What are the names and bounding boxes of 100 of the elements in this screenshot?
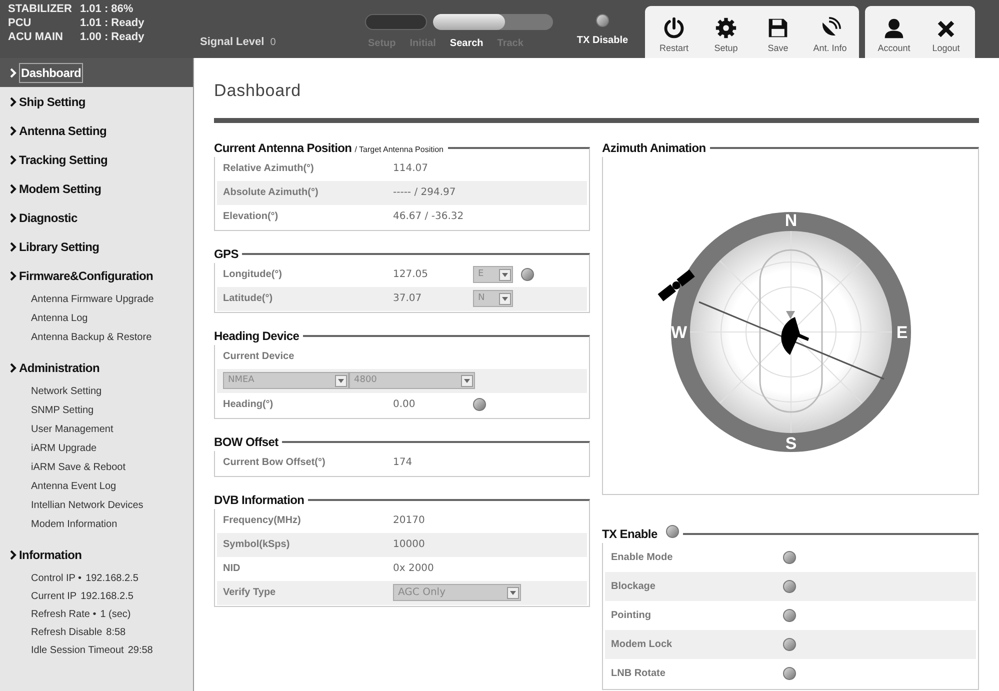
- panel-subtitle: / Target Antenna Position: [354, 144, 444, 156]
- field-value: 127.05: [393, 268, 429, 282]
- status-label: ACU MAIN: [8, 30, 64, 44]
- status-value: 1.01 : 86%: [80, 2, 134, 16]
- caret-icon: [335, 374, 347, 386]
- sidebar-link[interactable]: Antenna Firmware Upgrade: [31, 290, 193, 309]
- info-value: 8:58: [106, 626, 126, 640]
- sidebar-item-label: Administration: [19, 360, 100, 376]
- field-value: ----- / 294.97: [393, 186, 457, 200]
- info-label: Refresh Rate •: [31, 608, 96, 622]
- sidebar-item-label: Information: [19, 546, 82, 564]
- signal-label: Signal Level: [200, 34, 264, 50]
- status-label: STABILIZER: [8, 2, 73, 16]
- field-label: Heading(°): [223, 398, 274, 412]
- caret-icon: [499, 268, 511, 280]
- field-value: 10000: [393, 538, 426, 552]
- satellite-icon: [657, 269, 694, 301]
- info-value: 29:58: [128, 644, 153, 658]
- panel-title: BOW Offset: [214, 434, 278, 450]
- sidebar-item[interactable]: Modem Setting: [0, 174, 193, 203]
- panel-title: Heading Device: [214, 328, 300, 344]
- chevron-icon: [10, 270, 17, 280]
- antenna-dish-icon: [780, 316, 808, 354]
- chevron-icon: [10, 68, 17, 78]
- person-icon: [883, 16, 905, 38]
- sidebar-item-label: Firmware&Configuration: [19, 268, 154, 284]
- sidebar-link[interactable]: Intellian Network Devices: [31, 496, 193, 515]
- field-label: Absolute Azimuth(°): [223, 186, 320, 200]
- settings-icon: [715, 16, 737, 38]
- caret-icon: [499, 292, 511, 304]
- toolbar-button[interactable]: Logout: [921, 18, 971, 58]
- sidebar-item[interactable]: Firmware&Configuration: [0, 261, 193, 290]
- chevron-icon: [10, 154, 17, 164]
- sidebar-link[interactable]: iARM Upgrade: [31, 439, 193, 458]
- close-icon: [936, 18, 956, 38]
- sidebar-link[interactable]: iARM Save & Reboot: [31, 458, 193, 477]
- field-label: Verify Type: [223, 586, 277, 600]
- info-label: Refresh Disable: [31, 626, 102, 640]
- sidebar-link[interactable]: Antenna Log: [31, 309, 193, 328]
- field-value: 20170: [393, 514, 426, 528]
- chevron-icon: [10, 184, 17, 194]
- field-label: Current Device: [223, 350, 296, 364]
- sidebar-item-label: Dashboard: [19, 62, 83, 82]
- caret-icon: [507, 586, 519, 598]
- chevron-icon: [10, 550, 17, 560]
- sidebar-item[interactable]: Diagnostic: [0, 203, 193, 232]
- direction-marker-icon: [786, 310, 794, 318]
- field-label: LNB Rotate: [611, 666, 666, 680]
- power-icon: [663, 16, 685, 38]
- chevron-icon: [10, 362, 17, 372]
- field-label: Blockage: [611, 580, 656, 594]
- sidebar-item[interactable]: Library Setting: [0, 232, 193, 261]
- sidebar-item-label: Antenna Setting: [19, 122, 106, 140]
- compass-label: W: [670, 322, 687, 342]
- toolbar-button[interactable]: Ant. Info: [805, 16, 855, 58]
- chevron-icon: [10, 96, 17, 106]
- toolbar-button[interactable]: Account: [869, 16, 919, 58]
- info-label: Control IP •: [31, 572, 82, 586]
- chevron-icon: [10, 242, 17, 252]
- sidebar-item-label: Library Setting: [19, 238, 100, 256]
- field-value: 174: [393, 456, 414, 470]
- field-label: Pointing: [611, 608, 652, 622]
- sidebar-link[interactable]: Antenna Event Log: [31, 477, 193, 496]
- info-label: Current IP: [31, 590, 77, 604]
- info-value: 192.168.2.5: [80, 590, 134, 604]
- sidebar-link[interactable]: Antenna Backup & Restore: [31, 328, 193, 347]
- sidebar-item-label: Ship Setting: [19, 94, 86, 110]
- field-label: NID: [223, 562, 242, 576]
- page-title: Dashboard: [214, 80, 302, 102]
- sidebar-link[interactable]: User Management: [31, 420, 193, 439]
- setup-indicator: [365, 14, 427, 30]
- chevron-icon: [10, 212, 17, 222]
- panel-title: GPS: [214, 246, 238, 262]
- panel-title: Current Antenna Position: [214, 140, 352, 156]
- field-value: 46.67 / -36.32: [393, 210, 465, 224]
- sidebar-link[interactable]: Network Setting: [31, 382, 193, 401]
- field-value: 37.07: [393, 292, 423, 306]
- field-value: 114.07: [393, 162, 429, 176]
- sidebar-item[interactable]: Antenna Setting: [0, 116, 193, 145]
- field-label: Elevation(°): [223, 210, 280, 224]
- tx-disable-label: TX Disable: [576, 34, 628, 48]
- sidebar-item[interactable]: Administration: [0, 353, 193, 382]
- chevron-icon: [10, 126, 17, 136]
- sidebar-item[interactable]: Tracking Setting: [0, 145, 193, 174]
- field-label: Symbol(kSps): [223, 538, 291, 552]
- info-label: Idle Session Timeout: [31, 644, 124, 658]
- toolbar-button[interactable]: Restart: [649, 16, 699, 58]
- sidebar-link[interactable]: Modem Information: [31, 515, 193, 534]
- field-label: Enable Mode: [611, 550, 674, 564]
- toolbar-button[interactable]: Save: [753, 16, 803, 58]
- panel-title: TX Enable: [602, 526, 658, 542]
- sidebar-item-label: Tracking Setting: [19, 152, 108, 168]
- field-label: Relative Azimuth(°): [223, 162, 315, 176]
- sidebar-item[interactable]: Dashboard: [0, 58, 193, 87]
- field-label: Frequency(MHz): [223, 514, 302, 528]
- toolbar-button[interactable]: Setup: [701, 16, 751, 58]
- info-value: 192.168.2.5: [86, 572, 138, 586]
- sidebar-item[interactable]: Information: [0, 540, 193, 569]
- sidebar-item[interactable]: Ship Setting: [0, 87, 193, 116]
- sidebar-link[interactable]: SNMP Setting: [31, 401, 193, 420]
